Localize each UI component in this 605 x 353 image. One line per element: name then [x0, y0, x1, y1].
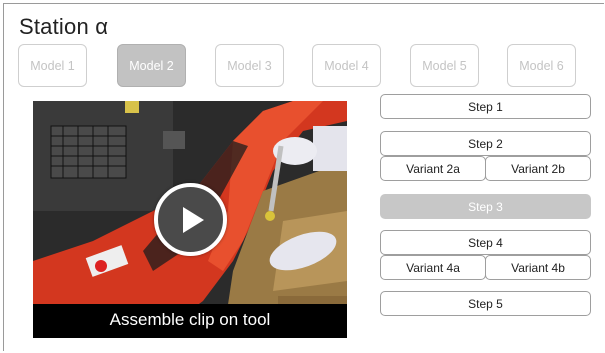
play-button[interactable]: [154, 183, 227, 256]
variant-2b-button[interactable]: Variant 2b: [485, 156, 591, 181]
step-1-button[interactable]: Step 1: [380, 94, 591, 119]
model-tab-1[interactable]: Model 1: [18, 44, 87, 87]
station-title: Station α: [19, 14, 109, 39]
variant-4a-button[interactable]: Variant 4a: [380, 255, 486, 280]
variant-4b-button[interactable]: Variant 4b: [485, 255, 591, 280]
play-icon: [182, 206, 204, 233]
step-5-button[interactable]: Step 5: [380, 291, 591, 316]
step-3-button[interactable]: Step 3: [380, 194, 591, 219]
model-tab-4[interactable]: Model 4: [312, 44, 381, 87]
step-4-button[interactable]: Step 4: [380, 230, 591, 255]
variant-2a-button[interactable]: Variant 2a: [380, 156, 486, 181]
step-2-button[interactable]: Step 2: [380, 131, 591, 156]
model-tab-2[interactable]: Model 2: [117, 44, 186, 87]
model-tab-6[interactable]: Model 6: [507, 44, 576, 87]
model-tab-3[interactable]: Model 3: [215, 44, 284, 87]
video-caption: Assemble clip on tool: [109, 310, 271, 329]
model-tab-5[interactable]: Model 5: [410, 44, 479, 87]
